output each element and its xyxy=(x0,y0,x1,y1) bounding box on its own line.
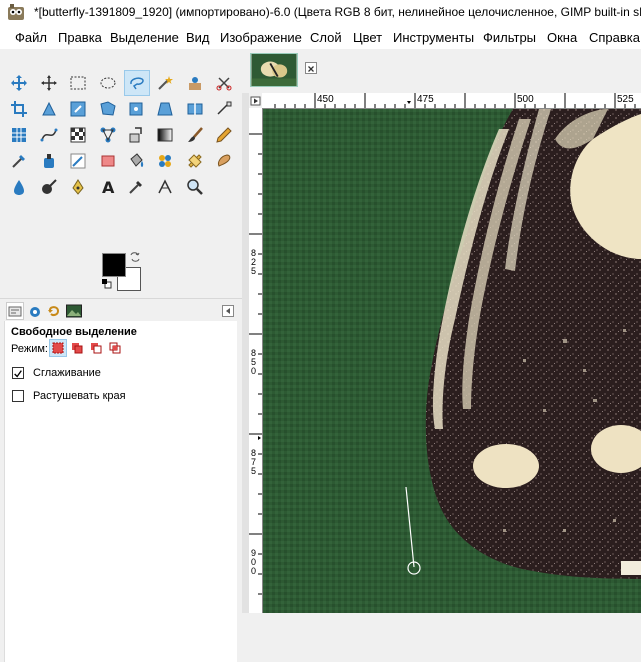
grid-icon[interactable] xyxy=(7,123,31,147)
mode-intersect-icon[interactable] xyxy=(106,339,124,357)
quick-mask-corner-icon[interactable] xyxy=(249,93,262,108)
color-picker-icon[interactable] xyxy=(124,175,148,199)
unified-transform-icon[interactable] xyxy=(37,97,61,121)
airbrush-icon[interactable] xyxy=(7,149,31,173)
feather-edges-checkbox[interactable] xyxy=(12,390,24,402)
foreground-select-icon[interactable] xyxy=(183,71,207,95)
mode-subtract-icon[interactable] xyxy=(87,339,105,357)
antialiasing-label: Сглаживание xyxy=(33,367,101,379)
cage-transform-icon[interactable] xyxy=(124,97,148,121)
clone-tool-icon[interactable] xyxy=(124,123,148,147)
scale-tool-icon[interactable] xyxy=(66,97,90,121)
dock-tabs xyxy=(0,300,242,322)
foreground-color-swatch[interactable] xyxy=(102,253,126,277)
hruler-label-500: 500 xyxy=(517,94,534,105)
mode-replace-icon[interactable] xyxy=(49,339,67,357)
align-tool-icon[interactable] xyxy=(37,71,61,95)
vruler-label-900: 900 xyxy=(251,548,257,576)
mode-label: Режим: xyxy=(11,343,48,355)
image-window: 450 475 500 525 825 850 875 900 xyxy=(242,49,641,613)
image-tab-thumbnail[interactable] xyxy=(250,53,298,87)
checker-pattern-icon[interactable] xyxy=(66,123,90,147)
vruler-label-875: 875 xyxy=(251,448,257,476)
vruler-label-850: 850 xyxy=(251,348,257,376)
tool-options-panel: Свободное выделение Режим: Сглаживание Р… xyxy=(4,321,239,662)
hruler-label-475: 475 xyxy=(417,94,434,105)
feather-edges-label: Растушевать края xyxy=(33,390,126,402)
gradient-icon[interactable] xyxy=(153,123,177,147)
menu-file[interactable]: Файл xyxy=(15,30,47,45)
menu-image[interactable]: Изображение xyxy=(220,30,302,45)
menu-windows[interactable]: Окна xyxy=(547,30,577,45)
mode-add-icon[interactable] xyxy=(68,339,86,357)
default-colors-icon[interactable] xyxy=(101,278,112,289)
text-along-icon[interactable] xyxy=(212,97,236,121)
dodge-burn-icon[interactable] xyxy=(37,175,61,199)
close-tab-icon[interactable] xyxy=(305,62,317,74)
menubar: Файл Правка Выделение Вид Изображение Сл… xyxy=(0,25,641,49)
fuzzy-select-icon[interactable] xyxy=(153,71,177,95)
bucket-fill-icon[interactable] xyxy=(124,149,148,173)
paintbrush-icon[interactable] xyxy=(183,123,207,147)
mypaint-brush-icon[interactable] xyxy=(66,149,90,173)
zoom-tool-icon[interactable] xyxy=(183,175,207,199)
ellipse-select-icon[interactable] xyxy=(96,71,120,95)
blur-tool-icon[interactable] xyxy=(7,175,31,199)
scissors-select-icon[interactable] xyxy=(212,71,236,95)
menu-tools[interactable]: Инструменты xyxy=(393,30,474,45)
gimp-app-icon xyxy=(8,4,24,20)
ruler-pointer-marker xyxy=(407,101,411,104)
vruler-pointer-marker xyxy=(258,436,261,440)
hruler-label-525: 525 xyxy=(617,94,634,105)
checkmark-icon xyxy=(14,370,22,378)
image-canvas[interactable] xyxy=(263,109,641,613)
vruler-label-825: 825 xyxy=(251,248,257,276)
paths-pen-icon[interactable] xyxy=(66,175,90,199)
menu-edit[interactable]: Правка xyxy=(58,30,102,45)
warp-transform-icon[interactable] xyxy=(96,97,120,121)
eraser-icon[interactable] xyxy=(96,149,120,173)
bandage-icon[interactable] xyxy=(183,149,207,173)
menu-view[interactable]: Вид xyxy=(186,30,210,45)
smudge-tool-icon[interactable] xyxy=(212,149,236,173)
image-tabs xyxy=(242,49,641,93)
flip-tool-icon[interactable] xyxy=(183,97,207,121)
hruler-label-450: 450 xyxy=(317,94,334,105)
window-title: *[butterfly-1391809_1920] (импортировано… xyxy=(34,5,641,19)
images-tab-icon[interactable] xyxy=(65,302,83,320)
panel-splitter[interactable] xyxy=(242,93,249,613)
menu-layer[interactable]: Слой xyxy=(310,30,342,45)
menu-help[interactable]: Справка xyxy=(589,30,640,45)
move-tool-icon[interactable] xyxy=(7,71,31,95)
heal-tool-icon[interactable] xyxy=(153,149,177,173)
dock-menu-icon[interactable] xyxy=(219,302,237,320)
rect-select-icon[interactable] xyxy=(66,71,90,95)
title-bar: *[butterfly-1391809_1920] (импортировано… xyxy=(0,0,641,25)
smudge-nodes-icon[interactable] xyxy=(96,123,120,147)
perspective-icon[interactable] xyxy=(153,97,177,121)
toolbox: A Свободное выделение Режим: Сглаживание… xyxy=(0,49,242,662)
swap-colors-icon[interactable] xyxy=(129,251,141,263)
free-select-icon[interactable] xyxy=(124,70,150,96)
vertical-ruler[interactable]: 825 850 875 900 xyxy=(249,108,263,613)
toolbox-separator xyxy=(0,298,242,299)
measure-tool-icon[interactable] xyxy=(153,175,177,199)
svg-text:A: A xyxy=(102,178,115,196)
tool-options-title: Свободное выделение xyxy=(11,326,137,338)
device-status-tab-icon[interactable] xyxy=(26,302,44,320)
antialiasing-checkbox[interactable] xyxy=(12,367,24,379)
ink-tool-icon[interactable] xyxy=(37,149,61,173)
butterfly-image xyxy=(263,109,641,613)
paths-tool-icon[interactable] xyxy=(37,123,61,147)
crop-tool-icon[interactable] xyxy=(7,97,31,121)
horizontal-ruler[interactable]: 450 475 500 525 xyxy=(262,93,641,109)
tool-options-tab-icon[interactable] xyxy=(6,302,24,320)
text-tool-icon[interactable]: A xyxy=(96,175,120,199)
menu-select[interactable]: Выделение xyxy=(110,30,179,45)
pencil-icon[interactable] xyxy=(212,123,236,147)
menu-colors[interactable]: Цвет xyxy=(353,30,382,45)
menu-filters[interactable]: Фильтры xyxy=(483,30,536,45)
undo-history-tab-icon[interactable] xyxy=(45,302,63,320)
